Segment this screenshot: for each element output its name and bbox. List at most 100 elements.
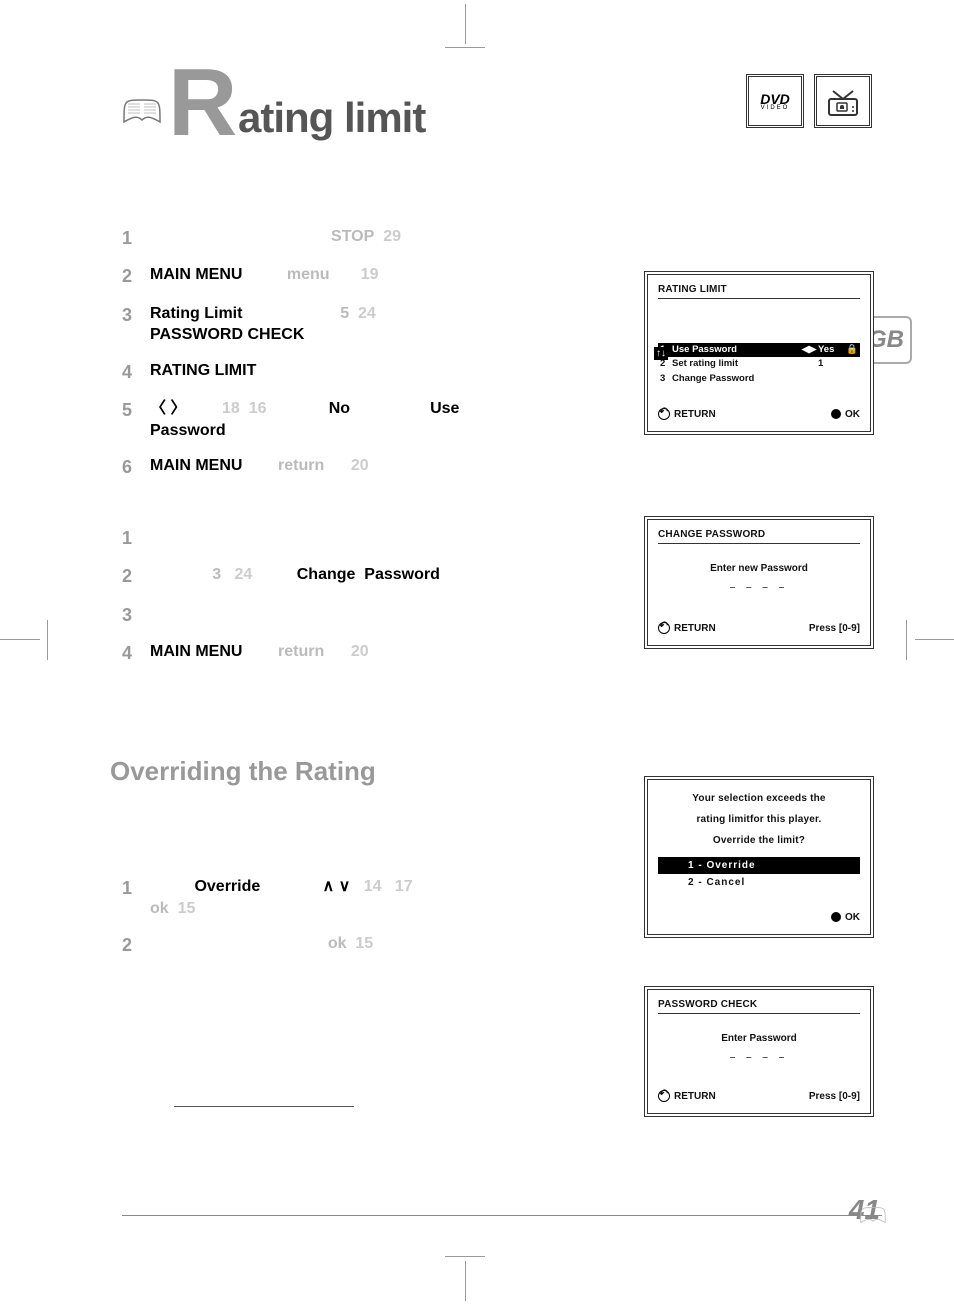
step-number: 2 [122, 933, 150, 957]
text-segment: 24 [221, 566, 252, 583]
text-segment: menu [287, 266, 330, 283]
crop-mark-bottom [445, 1256, 485, 1304]
step-number: 3 [122, 603, 150, 627]
osd3-ok: OK [831, 911, 860, 924]
step-number: 6 [122, 455, 150, 479]
text-segment [150, 935, 328, 952]
step-row: 3Rating Limit 5 24PASSWORD CHECK [122, 303, 582, 346]
osd4-title: PASSWORD CHECK [658, 998, 860, 1014]
lock-icon [844, 358, 858, 370]
osd1-return: RETURN [658, 408, 716, 421]
text-segment: Password [150, 422, 226, 439]
override-heading: Overriding the Rating [110, 756, 376, 787]
osd3-line2: rating limitfor this player. [658, 813, 860, 826]
osd3-option-cancel: 2 - Cancel [658, 874, 860, 891]
text-segment: No [329, 400, 350, 417]
text-segment: MAIN MENU [150, 266, 242, 283]
osd2-title: CHANGE PASSWORD [658, 528, 860, 544]
osd2-press: Press [0-9] [809, 622, 860, 635]
ok-dot-icon [831, 409, 841, 419]
row-label: Set rating limit [672, 358, 800, 370]
text-segment [242, 266, 286, 283]
row-value: 1 [818, 358, 844, 370]
text-segment [350, 400, 430, 417]
page-corner-book-icon [858, 1198, 888, 1222]
osd4-dashes: – – – – [658, 1051, 860, 1064]
step-row: 5〈 〉 18 16 No UsePassword [122, 398, 582, 441]
osd2-prompt: Enter new Password [658, 562, 860, 575]
text-segment: ok [328, 935, 347, 952]
text-segment: 15 [169, 900, 196, 917]
updown-icon: ↑↓ [654, 347, 668, 360]
text-segment: 20 [324, 457, 368, 474]
text-segment: 20 [324, 643, 368, 660]
text-segment [242, 457, 278, 474]
osd1-title: RATING LIMIT [658, 283, 860, 299]
step-number: 1 [122, 526, 150, 550]
page-content: R ating limit DVD VIDEO GB 1STOP 292MAIN… [74, 56, 882, 1216]
row-num: 2 [660, 358, 672, 370]
text-segment [252, 566, 296, 583]
step-number: 2 [122, 264, 150, 288]
book-icon [120, 86, 164, 130]
text-segment: MAIN MENU [150, 457, 242, 474]
text-segment: ∧ ∨ [260, 878, 350, 895]
lock-icon [844, 373, 858, 385]
text-segment: 18 16 [186, 400, 266, 417]
row-value: Yes [818, 344, 844, 356]
text-segment: return [278, 643, 324, 660]
row-num: 3 [660, 373, 672, 385]
return-icon [658, 622, 670, 634]
text-segment: 19 [330, 266, 379, 283]
row-value [818, 373, 844, 385]
text-segment: MAIN MENU [150, 643, 242, 660]
step-row: 4RATING LIMIT [122, 360, 582, 384]
text-segment: 14 17 [350, 878, 412, 895]
osd4-return: RETURN [658, 1090, 716, 1103]
text-segment: STOP [331, 228, 374, 245]
section3-steps: 1 Override ∧ ∨ 14 17ok 152 ok 15 [122, 876, 582, 971]
step-number: 4 [122, 641, 150, 665]
step-row: 3 [122, 603, 582, 627]
text-segment: Rating Limit [150, 305, 242, 322]
text-segment: ok [150, 900, 169, 917]
step-body: MAIN MENU menu 19 [150, 264, 582, 288]
step-body [150, 603, 582, 627]
step-body: ok 15 [150, 933, 582, 957]
page-footer-rule [122, 1215, 882, 1216]
osd-menu-row: 3Change Password [658, 372, 860, 386]
osd2-return: RETURN [658, 622, 716, 635]
title-row: R ating limit DVD VIDEO [120, 56, 882, 156]
step-number: 1 [122, 226, 150, 250]
osd-menu-row: 2Set rating limit 1 [658, 357, 860, 371]
row-arrows [800, 358, 818, 370]
text-segment: Use [430, 400, 459, 417]
title-rest: ating limit [238, 94, 425, 142]
lock-icon: 🔒 [844, 344, 858, 356]
text-segment: 〈 〉 [150, 400, 186, 417]
text-segment [150, 878, 194, 895]
step-body: MAIN MENU return 20 [150, 455, 582, 479]
dvd-badge: DVD VIDEO [746, 74, 804, 128]
step-row: 2 ok 15 [122, 933, 582, 957]
ok-dot-icon [831, 912, 841, 922]
osd-rating-limit: RATING LIMIT ↑↓ 1Use Password◀▶Yes🔒2Set … [644, 271, 874, 435]
text-segment: 24 [349, 305, 376, 322]
crop-mark-right [906, 620, 954, 660]
row-label: Use Password [672, 344, 800, 356]
step-number: 1 [122, 876, 150, 919]
text-segment: Change Password [297, 566, 440, 583]
text-segment: return [278, 457, 324, 474]
osd-override-prompt: Your selection exceeds the rating limitf… [644, 776, 874, 938]
step-number: 2 [122, 564, 150, 588]
osd4-prompt: Enter Password [658, 1032, 860, 1045]
step-row: 4MAIN MENU return 20 [122, 641, 582, 665]
step-number: 4 [122, 360, 150, 384]
section2-steps: 12 3 24 Change Password34MAIN MENU retur… [122, 526, 582, 679]
text-segment: Override [194, 878, 260, 895]
step-body [150, 526, 582, 550]
text-segment: 3 [150, 566, 221, 583]
step-row: 2 3 24 Change Password [122, 564, 582, 588]
step-row: 6MAIN MENU return 20 [122, 455, 582, 479]
return-icon [658, 1090, 670, 1102]
